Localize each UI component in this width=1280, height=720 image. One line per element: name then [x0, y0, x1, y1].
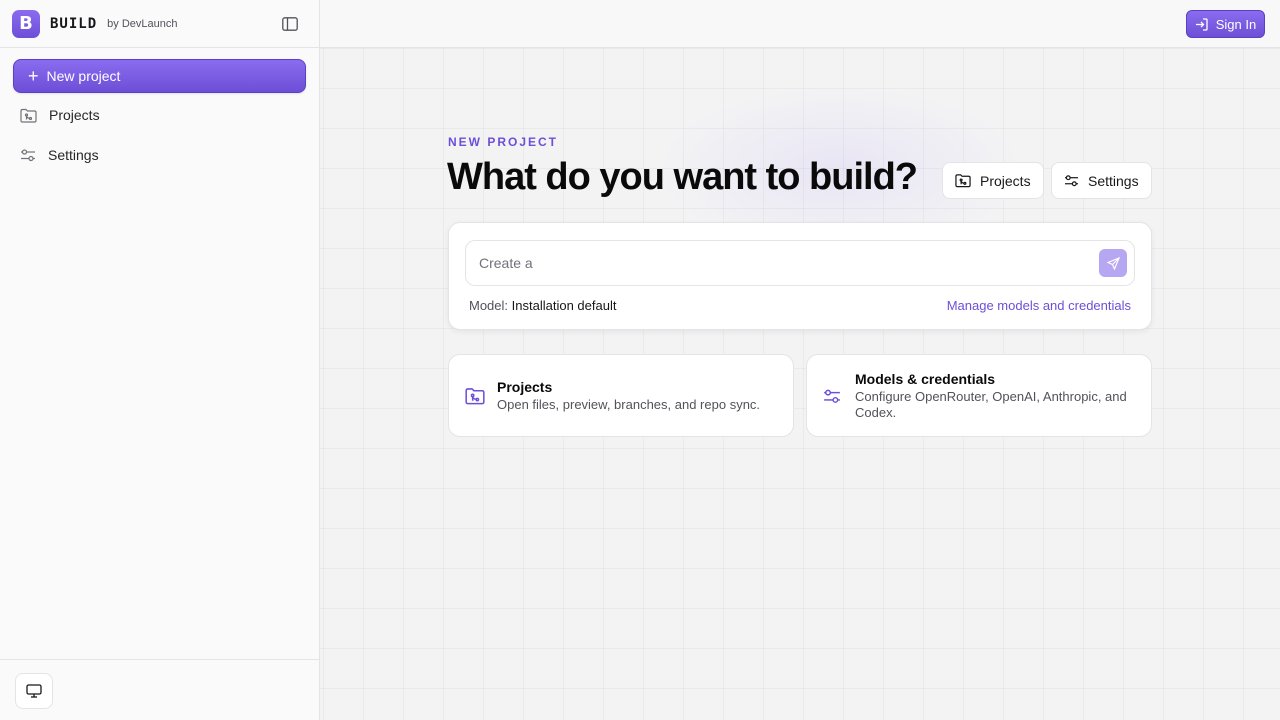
sidebar-toggle-button[interactable] — [280, 15, 300, 33]
sliders-icon — [21, 149, 35, 162]
settings-button-label: Settings — [1088, 172, 1139, 189]
card-title: Projects — [497, 379, 553, 395]
eyebrow-label: NEW PROJECT — [448, 135, 559, 149]
folder-git-icon — [465, 388, 485, 405]
card-description: Configure OpenRouter, OpenAI, Anthropic,… — [855, 389, 1127, 420]
model-label: Model: — [469, 298, 509, 313]
projects-button-label: Projects — [980, 172, 1031, 189]
sign-in-label: Sign In — [1215, 16, 1257, 32]
models-credentials-card[interactable]: Models & credentials Configure OpenRoute… — [806, 354, 1152, 437]
plus-icon: + — [28, 66, 39, 86]
sliders-icon — [1065, 175, 1078, 187]
model-value: Installation default — [511, 298, 617, 313]
model-row: Model: Installation default — [469, 298, 616, 313]
sliders-icon — [824, 389, 840, 403]
sidebar-item-settings[interactable]: Settings — [20, 141, 99, 169]
main-area: Sign In NEW PROJECT What do you want to … — [320, 0, 1280, 720]
app-logo[interactable]: B — [12, 9, 40, 38]
projects-card[interactable]: Projects Open files, preview, branches, … — [448, 354, 794, 437]
new-project-button[interactable]: + New project — [13, 59, 306, 93]
display-mode-button[interactable] — [15, 673, 53, 709]
page-title: What do you want to build? — [447, 156, 918, 198]
card-description: Open files, preview, branches, and repo … — [497, 397, 761, 412]
sidebar-item-projects[interactable]: Projects — [20, 101, 100, 129]
new-project-label: New project — [46, 68, 121, 84]
sidebar: B BUILD by DevLaunch + New project Proje… — [0, 0, 320, 720]
sidebar-item-label: Settings — [48, 147, 99, 163]
brand-name: BUILD — [50, 15, 98, 32]
monitor-icon — [26, 684, 42, 698]
projects-button[interactable]: Projects — [942, 162, 1044, 199]
sidebar-item-label: Projects — [49, 107, 100, 123]
log-in-icon — [1195, 17, 1208, 31]
sidebar-footer — [0, 659, 319, 720]
top-bar: Sign In — [320, 0, 1280, 48]
folder-git-icon — [20, 108, 37, 123]
prompt-card: Model: Installation default Manage model… — [448, 222, 1152, 330]
card-title: Models & credentials — [855, 371, 996, 387]
send-icon — [1106, 256, 1120, 270]
prompt-input[interactable] — [465, 240, 1135, 286]
sign-in-button[interactable]: Sign In — [1186, 10, 1265, 38]
send-button[interactable] — [1099, 249, 1127, 277]
settings-button[interactable]: Settings — [1051, 162, 1152, 199]
sidebar-panel-icon — [282, 17, 298, 31]
brand-by-label: by DevLaunch — [107, 17, 178, 30]
folder-git-icon — [955, 174, 971, 188]
manage-models-link[interactable]: Manage models and credentials — [947, 298, 1131, 313]
sidebar-header: B BUILD by DevLaunch — [0, 0, 319, 48]
